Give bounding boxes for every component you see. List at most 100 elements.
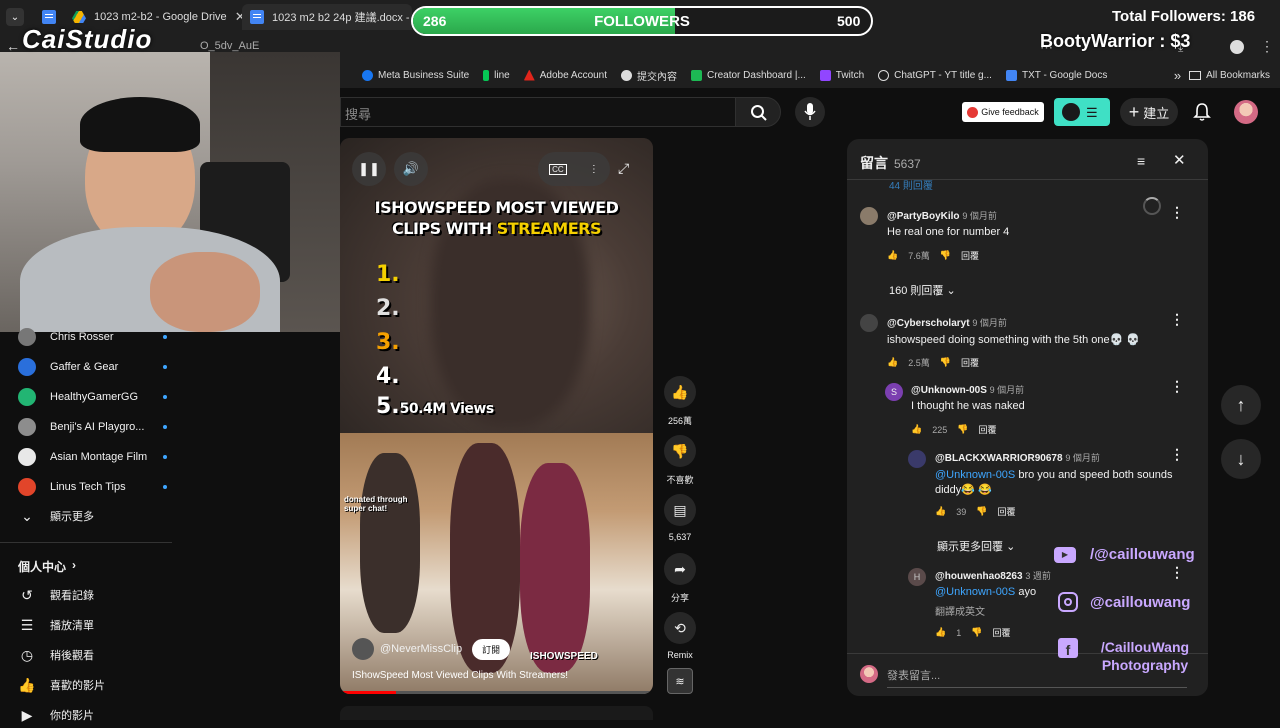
tab-docx[interactable]: 1023 m2 b2 24p 建議.docx - G ✕ [242, 4, 412, 30]
more-vert-icon[interactable]: ⋮ [589, 164, 599, 175]
extension-button[interactable]: ☰ [1054, 98, 1110, 126]
followers-goal-bar: 286 FOLLOWERS 500 [411, 6, 873, 36]
thumb-down-icon[interactable]: 👎 [976, 506, 987, 517]
more-vert-icon[interactable]: ⋮ [1170, 379, 1184, 393]
sidebar-subscription[interactable]: Linus Tech Tips [18, 474, 168, 500]
bookmark-creator-dashboard[interactable]: Creator Dashboard |... [691, 69, 806, 81]
thumb-up-icon[interactable]: 👍 [911, 424, 922, 435]
sidebar-you-item[interactable]: ☰ 播放清單 [18, 612, 168, 638]
thumb-down-icon[interactable]: 👎 [957, 424, 968, 435]
account-avatar[interactable] [1234, 100, 1258, 124]
thumb-up-icon[interactable]: 👍 [664, 376, 696, 408]
translate-link[interactable]: 翻譯成英文 [935, 603, 985, 618]
sidebar-you-item[interactable]: ▶ 你的影片 [18, 702, 168, 728]
bookmark-txt-docs[interactable]: TXT - Google Docs [1005, 69, 1107, 81]
bookmark-meta[interactable]: Meta Business Suite [362, 69, 469, 81]
reply-button[interactable]: 回覆 [961, 356, 979, 369]
you-section-link[interactable]: 個人中心 › [18, 558, 76, 575]
sidebar-you-item[interactable]: ◷ 稍後觀看 [18, 642, 168, 668]
sound-wave-icon[interactable]: ≋ [667, 668, 693, 694]
next-short-button[interactable]: ↓ [1221, 439, 1261, 479]
comment-avatar[interactable] [860, 207, 878, 225]
thumb-up-icon[interactable]: 👍 [887, 357, 898, 368]
more-vert-icon[interactable]: ⋮ [1170, 447, 1184, 461]
reply-actions: 👍 225 👎 回覆 [911, 423, 997, 436]
share-action[interactable]: ➦ 分享 [664, 553, 696, 604]
bookmark-submit[interactable]: 提交內容 [621, 68, 677, 83]
thumb-up-icon[interactable]: 👍 [887, 250, 898, 261]
more-vert-icon[interactable]: ⋮ [1170, 565, 1184, 579]
sidebar-show-more[interactable]: ⌄ 顯示更多 [18, 503, 168, 529]
back-icon[interactable]: ← [6, 38, 20, 54]
reply-button[interactable]: 回覆 [961, 249, 979, 262]
replies-toggle[interactable]: 160 則回覆 ⌄ [889, 282, 956, 298]
person-left [360, 453, 420, 633]
reply-button[interactable]: 回覆 [997, 505, 1015, 518]
comment-icon[interactable]: ▤ [664, 494, 696, 526]
search-input[interactable]: 搜尋 [340, 97, 735, 127]
sort-icon[interactable]: ≡ [1137, 153, 1145, 169]
reply-avatar[interactable]: H [908, 568, 926, 586]
close-icon[interactable]: ✕ [1173, 151, 1186, 169]
create-button[interactable]: + 建立 [1120, 98, 1178, 126]
profile-icon[interactable] [1230, 40, 1244, 54]
channel-name[interactable]: @NeverMissClip [380, 643, 462, 655]
bookmarks-more[interactable]: » [1174, 68, 1181, 83]
thumb-down-icon[interactable]: 👎 [664, 435, 696, 467]
dislike-action[interactable]: 👎 不喜歡 [664, 435, 696, 486]
thumb-down-icon[interactable]: 👎 [940, 250, 951, 261]
thumb-up-icon[interactable]: 👍 [935, 627, 946, 638]
subscription-label: Gaffer & Gear [50, 361, 119, 373]
voice-search-button[interactable] [795, 97, 825, 127]
reply-button[interactable]: 回覆 [978, 423, 996, 436]
more-vert-icon[interactable]: ⋮ [1170, 312, 1184, 326]
captions-icon[interactable]: CC [549, 163, 567, 175]
video-title[interactable]: IShowSpeed Most Viewed Clips With Stream… [352, 670, 568, 681]
remix-icon[interactable]: ⟲ [664, 612, 696, 644]
sidebar-you-item[interactable]: ↺ 觀看記錄 [18, 582, 168, 608]
thumb-up-icon[interactable]: 👍 [935, 506, 946, 517]
like-action[interactable]: 👍 256萬 [664, 376, 696, 427]
show-more-replies[interactable]: 顯示更多回覆 ⌄ [937, 538, 1015, 554]
remix-action[interactable]: ⟲ Remix [664, 612, 696, 660]
reply-text: @Unknown-00S ayo [935, 586, 1037, 598]
volume-button[interactable]: 🔊 [394, 152, 428, 186]
share-icon[interactable]: ➦ [664, 553, 696, 585]
more-vert-icon[interactable]: ⋮ [1170, 205, 1184, 219]
reply-button[interactable]: 回覆 [992, 626, 1010, 639]
bookmark-twitch[interactable]: Twitch [819, 69, 864, 81]
channel-avatar[interactable] [352, 638, 374, 660]
subscribe-button[interactable]: 訂閱 [472, 638, 511, 660]
give-feedback-button[interactable]: Give feedback [962, 102, 1044, 122]
sidebar-subscription[interactable]: Gaffer & Gear [18, 354, 168, 380]
thumb-down-icon[interactable]: 👎 [940, 357, 951, 368]
plus-icon: + [1128, 101, 1140, 122]
previous-short-button[interactable]: ↑ [1221, 385, 1261, 425]
browser-menu-icon[interactable]: ⋮ [1260, 38, 1274, 55]
sidebar-subscription[interactable]: Benji's AI Playgro... [18, 414, 168, 440]
partial-replies-toggle[interactable]: 44 則回覆 [889, 177, 933, 192]
reply-avatar[interactable] [908, 450, 926, 468]
drive-icon [72, 11, 86, 23]
bell-icon[interactable] [1192, 102, 1212, 122]
search-icon [751, 105, 767, 121]
sidebar-you-item[interactable]: 👍 喜歡的影片 [18, 672, 168, 698]
bookmark-adobe[interactable]: Adobe Account [523, 69, 607, 81]
sidebar-subscription[interactable]: Asian Montage Film [18, 444, 168, 470]
sidebar-subscription[interactable]: HealthyGamerGG [18, 384, 168, 410]
video-channel-row: @NeverMissClip 訂閱 [352, 638, 511, 660]
close-icon[interactable]: ✕ [235, 9, 242, 25]
thumb-down-icon[interactable]: 👎 [971, 627, 982, 638]
shorts-video-player[interactable]: donated through super chat! ISHOWSPEED ❚… [340, 138, 653, 694]
bookmark-line[interactable]: line [483, 69, 510, 81]
comments-action[interactable]: ▤ 5,637 [664, 494, 696, 542]
search-button[interactable] [735, 97, 781, 127]
bookmark-chatgpt[interactable]: ChatGPT - YT title g... [878, 69, 992, 81]
reply-avatar[interactable]: S [885, 383, 903, 401]
comment-avatar[interactable] [860, 314, 878, 332]
all-bookmarks[interactable]: All Bookmarks [1189, 70, 1270, 81]
pause-button[interactable]: ❚❚ [352, 152, 386, 186]
sidebar-subscription[interactable]: Chris Rosser [18, 324, 168, 350]
fullscreen-icon[interactable]: ⤢ [618, 160, 629, 177]
progress-track[interactable] [340, 691, 653, 694]
